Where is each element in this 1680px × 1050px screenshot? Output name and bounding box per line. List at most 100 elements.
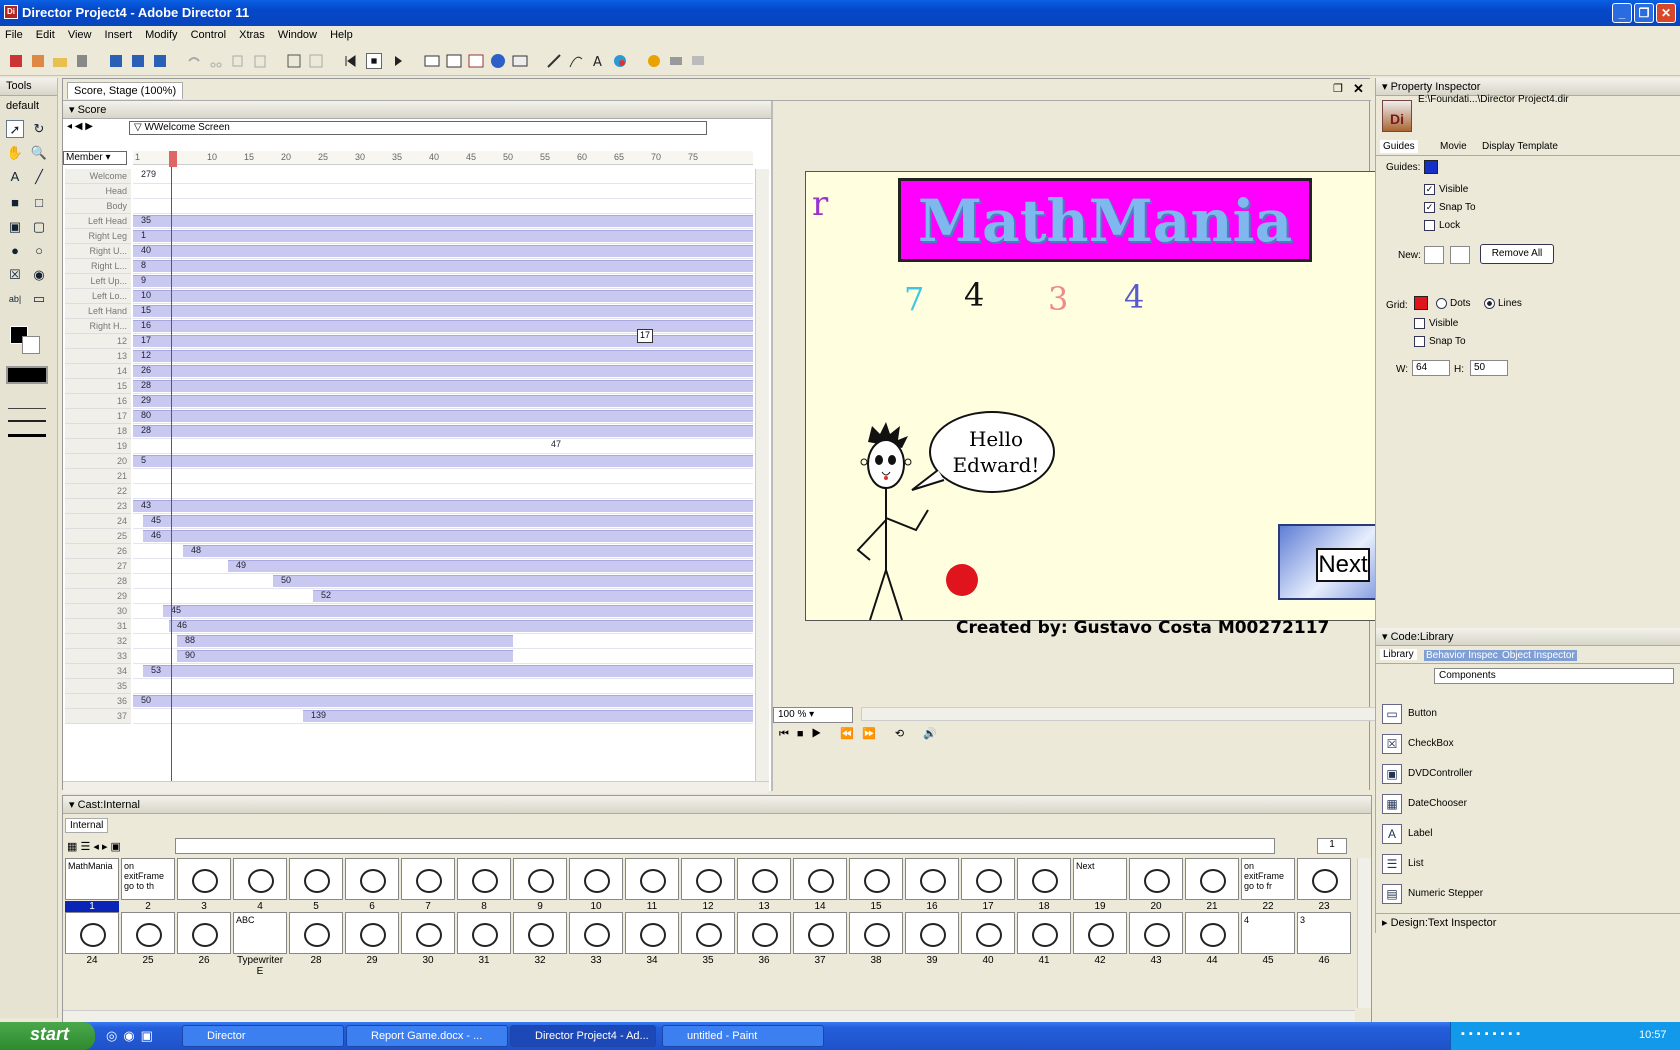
channel-row[interactable] <box>133 679 753 694</box>
channel-row[interactable]: 29 <box>133 394 753 409</box>
pattern-swatch[interactable] <box>6 366 48 384</box>
score-horizontal-scrollbar[interactable] <box>63 781 769 793</box>
menu-view[interactable]: View <box>63 26 97 44</box>
channel-label[interactable]: 36 <box>65 694 131 709</box>
vector-shape-icon[interactable] <box>568 53 584 69</box>
sprite-span[interactable]: 52 <box>313 590 753 602</box>
message-icon[interactable] <box>690 53 706 69</box>
channel-row[interactable]: 16 <box>133 319 753 334</box>
cast-page-field[interactable]: 1 <box>1317 838 1347 854</box>
cast-member[interactable] <box>849 858 903 900</box>
menu-modify[interactable]: Modify <box>140 26 182 44</box>
cast-member[interactable] <box>681 858 735 900</box>
channel-label[interactable]: 34 <box>65 664 131 679</box>
line-width-3[interactable] <box>8 434 46 437</box>
sprite-span[interactable]: 46 <box>169 620 753 632</box>
channel-row[interactable]: 47 <box>133 439 753 454</box>
channel-label[interactable]: 19 <box>65 439 131 454</box>
sprite-span[interactable]: 45 <box>143 515 753 527</box>
remove-all-button[interactable]: Remove All <box>1480 244 1554 264</box>
channel-row[interactable]: 9 <box>133 274 753 289</box>
next-button[interactable]: Next <box>1316 548 1370 582</box>
cast-member[interactable] <box>793 858 847 900</box>
cast-member[interactable] <box>65 912 119 954</box>
line-tool-icon[interactable]: ╱ <box>30 168 48 186</box>
cast-member[interactable] <box>345 912 399 954</box>
cast-member[interactable] <box>177 858 231 900</box>
guides-snap-checkbox[interactable]: ✓ <box>1424 202 1435 213</box>
cast-header[interactable]: ▾ Cast:Internal <box>63 796 1371 814</box>
grid-dots-row[interactable]: Dots <box>1436 298 1471 309</box>
channel-row[interactable]: 50 <box>133 694 753 709</box>
cast-member[interactable] <box>1017 912 1071 954</box>
sprite-span[interactable]: 47 <box>543 439 563 452</box>
channel-row[interactable] <box>133 469 753 484</box>
grid-width-input[interactable]: 64 <box>1412 360 1450 376</box>
cast-member[interactable] <box>569 912 623 954</box>
cast-member[interactable] <box>177 912 231 954</box>
channel-label[interactable]: 26 <box>65 544 131 559</box>
channel-label[interactable]: 33 <box>65 649 131 664</box>
sprite-span[interactable]: 5 <box>133 455 753 467</box>
channel-label[interactable]: Right Leg <box>65 229 131 244</box>
channel-label[interactable]: Left Head <box>65 214 131 229</box>
find-icon[interactable] <box>286 53 302 69</box>
cast-horizontal-scrollbar[interactable] <box>63 1010 1355 1022</box>
channel-row[interactable]: 40 <box>133 244 753 259</box>
cast-member[interactable] <box>345 858 399 900</box>
radio-tool-icon[interactable]: ◉ <box>30 266 48 284</box>
channel-label[interactable]: Left Lo... <box>65 289 131 304</box>
sprite-span[interactable]: 43 <box>133 500 753 512</box>
guides-visible-checkbox[interactable]: ✓ <box>1424 184 1435 195</box>
channel-row[interactable]: 88 <box>133 634 753 649</box>
channel-row[interactable]: 5 <box>133 454 753 469</box>
library-item[interactable]: ▭ Button <box>1382 702 1672 728</box>
cast-member[interactable] <box>401 912 455 954</box>
channel-label[interactable]: Right U... <box>65 244 131 259</box>
sprite-span[interactable]: 17 <box>133 335 753 347</box>
menu-edit[interactable]: Edit <box>31 26 60 44</box>
channel-label[interactable]: 20 <box>65 454 131 469</box>
task-report-game[interactable]: Report Game.docx - ... <box>346 1025 508 1047</box>
tab-display-template[interactable]: Display Template <box>1482 141 1558 152</box>
cast-member[interactable] <box>233 858 287 900</box>
cast-member[interactable] <box>1073 912 1127 954</box>
property-inspector-icon[interactable] <box>490 53 506 69</box>
library-icon[interactable] <box>512 53 528 69</box>
number-1[interactable]: 7 <box>904 280 924 318</box>
channel-row[interactable]: 50 <box>133 574 753 589</box>
sprite-span[interactable]: 1 <box>133 230 753 242</box>
channel-label[interactable]: 22 <box>65 484 131 499</box>
sprite-span[interactable]: 46 <box>143 530 753 542</box>
channel-row[interactable]: 279 <box>133 169 753 184</box>
sprite-span[interactable]: 12 <box>133 350 753 362</box>
paste-icon[interactable] <box>252 53 268 69</box>
channel-row[interactable]: 90 <box>133 649 753 664</box>
channel-label[interactable]: 25 <box>65 529 131 544</box>
channel-row[interactable]: 8 <box>133 259 753 274</box>
behavior-icon[interactable] <box>646 53 662 69</box>
window-restore-icon[interactable]: ❐ <box>1333 82 1343 95</box>
cast-member[interactable] <box>625 912 679 954</box>
channel-label[interactable]: Welcome <box>65 169 131 184</box>
sprite-span[interactable]: 139 <box>303 710 753 722</box>
guides-snap-row[interactable]: ✓ Snap To <box>1424 202 1476 213</box>
channel-row[interactable]: 45 <box>133 604 753 619</box>
channel-row[interactable]: 28 <box>133 379 753 394</box>
channel-label[interactable]: Body <box>65 199 131 214</box>
publish-icon[interactable] <box>152 53 168 69</box>
sprite-span[interactable]: 10 <box>133 290 753 302</box>
save-all-icon[interactable] <box>130 53 146 69</box>
tab-cast-internal[interactable]: Internal <box>65 818 109 833</box>
cast-member[interactable] <box>457 858 511 900</box>
channel-label[interactable]: 31 <box>65 619 131 634</box>
cast-member[interactable]: 4 <box>1241 912 1295 954</box>
library-item[interactable]: ▦ DateChooser <box>1382 792 1672 818</box>
tab-object-inspector[interactable]: Object Inspector <box>1500 650 1577 661</box>
channel-row[interactable]: 17 <box>133 334 753 349</box>
tab-behavior-inspector[interactable]: Behavior Inspec <box>1424 650 1500 661</box>
close-button[interactable]: ✕ <box>1656 3 1676 23</box>
channel-row[interactable]: 26 <box>133 364 753 379</box>
filled-ellipse-tool-icon[interactable]: ● <box>6 242 24 260</box>
sprite-span[interactable]: 15 <box>133 305 753 317</box>
